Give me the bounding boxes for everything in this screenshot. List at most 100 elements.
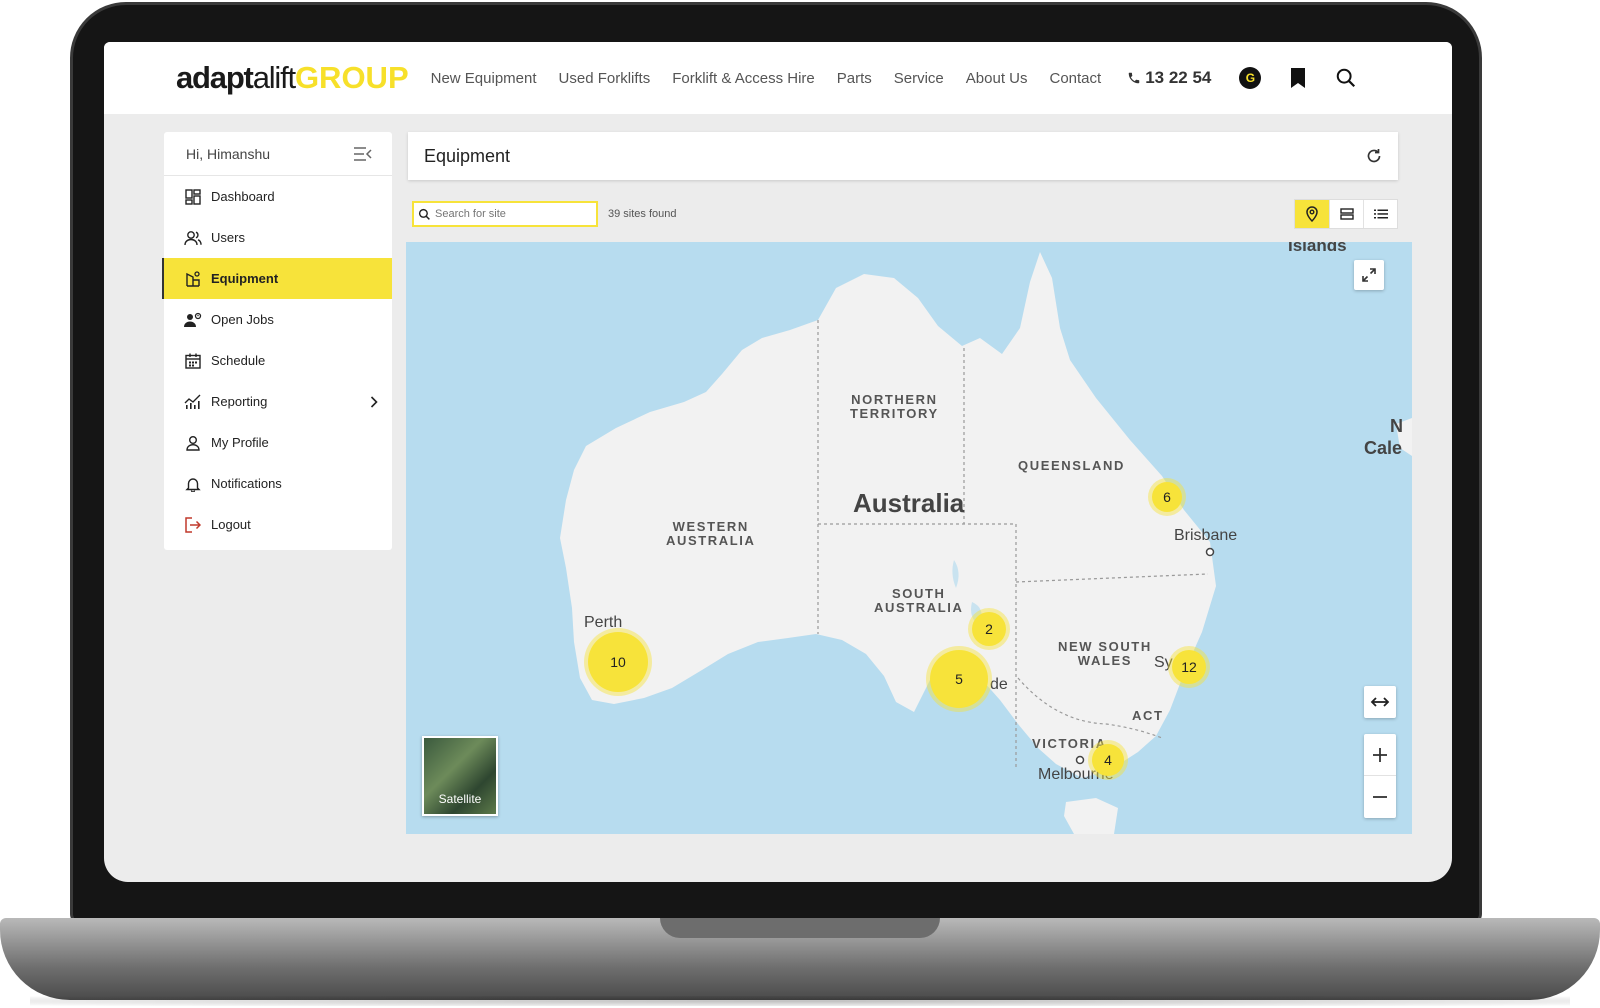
sidebar-item-label: Logout [211,517,251,532]
phone-number: 13 22 54 [1145,68,1212,87]
card-view-button[interactable] [1329,200,1363,228]
logo-part-alift: alift [252,60,296,95]
map-toolbar: 39 sites found [408,199,1398,229]
sidebar-item-label: Users [211,230,245,245]
bell-icon [184,475,202,493]
site-cluster-perth[interactable]: 10 [588,632,648,692]
calendar-icon [184,352,202,370]
bookmark-icon [1291,68,1306,88]
city-label-perth: Perth [584,614,623,631]
label-new-caledonia-2: Cale [1364,438,1403,458]
city-label-adelaide: de [990,676,1008,693]
label-islands: Islands [1288,242,1347,255]
region-label-act: ACT [1132,708,1164,723]
region-label-wa: WESTERN AUSTRALIA [666,520,756,548]
nav-link-contact[interactable]: Contact [1049,70,1101,87]
phone-icon [1128,72,1140,84]
equipment-header: Equipment [408,132,1398,180]
horizontal-arrows-icon [1370,697,1390,707]
sidebar-item-open-jobs[interactable]: Open Jobs [164,299,392,340]
search-button[interactable] [1335,67,1357,89]
zoom-control [1364,734,1396,818]
account-badge-icon: G [1239,67,1262,89]
site-cluster-melbourne[interactable]: 4 [1092,744,1124,776]
pan-toggle-button[interactable] [1364,686,1396,718]
sidebar-item-label: Notifications [211,476,282,491]
site-cluster-adelaide[interactable]: 5 [930,650,988,708]
site-cluster-qld[interactable]: 6 [1152,482,1182,512]
fullscreen-button[interactable] [1354,260,1384,290]
nav-links: New Equipment Used Forklifts Forklift & … [431,70,1124,87]
sidebar-item-notifications[interactable]: Notifications [164,463,392,504]
laptop-base-notch [660,918,940,938]
region-label-text: WESTERN AUSTRALIA [666,519,756,548]
list-view-button[interactable] [1363,200,1397,228]
reporting-chart-icon [184,393,202,411]
equipment-icon [184,270,202,288]
sidebar: Hi, Himanshu Dashboard Users Equipment O… [162,132,392,550]
profile-icon [184,434,202,452]
nav-link-about[interactable]: About Us [966,70,1028,87]
bookmark-button[interactable] [1289,67,1307,89]
card-list-icon [1339,208,1354,220]
label-new-caledonia-1: N [1390,416,1403,436]
search-icon [418,208,430,220]
user-greeting: Hi, Himanshu [186,145,271,162]
fullscreen-icon [1362,268,1376,282]
australia-landmass [560,252,1412,834]
region-label-qld: QUEENSLAND [1018,458,1126,473]
region-label-nsw: NEW SOUTH WALES [1058,640,1152,668]
sidebar-item-users[interactable]: Users [164,217,392,258]
sidebar-item-schedule[interactable]: Schedule [164,340,392,381]
sites-map[interactable]: NORTHERN TERRITORY QUEENSLAND WESTERN AU… [406,242,1412,834]
laptop-shadow [30,996,1570,1006]
sidebar-item-label: My Profile [211,435,269,450]
nav-link-parts[interactable]: Parts [837,70,872,87]
search-icon [1337,68,1356,88]
nav-link-service[interactable]: Service [894,70,944,87]
site-cluster-sa[interactable]: 2 [972,612,1006,646]
map-pin-icon [1306,206,1318,222]
zoom-out-button[interactable] [1364,776,1396,818]
region-label-text: NEW SOUTH WALES [1058,639,1152,668]
logout-icon [184,516,202,534]
logo-part-adapt: adapt [176,60,254,95]
region-label-sa: SOUTH AUSTRALIA [874,587,964,615]
site-search-box[interactable] [412,201,598,227]
region-label-text: SOUTH AUSTRALIA [874,586,964,615]
sidebar-item-logout[interactable]: Logout [164,504,392,545]
sidebar-item-equipment[interactable]: Equipment [162,258,392,299]
sidebar-item-dashboard[interactable]: Dashboard [164,176,392,217]
zoom-in-button[interactable] [1364,734,1396,776]
nav-link-new-equipment[interactable]: New Equipment [431,70,537,87]
sidebar-item-label: Dashboard [211,189,275,204]
site-search-input[interactable] [435,208,585,220]
dashboard-icon [184,188,202,206]
plus-icon [1373,747,1387,762]
nav-link-used-forklifts[interactable]: Used Forklifts [559,70,651,87]
open-jobs-icon [184,311,202,329]
sidebar-item-my-profile[interactable]: My Profile [164,422,392,463]
app-screen: adapt alift GROUP New Equipment Used Forkl… [104,42,1452,882]
sidebar-item-label: Open Jobs [211,312,274,327]
sidebar-item-label: Schedule [211,353,266,368]
sidebar-item-label: Reporting [211,394,268,409]
map-view-button[interactable] [1295,200,1329,228]
site-cluster-sydney[interactable]: 12 [1172,650,1206,684]
page-title: Equipment [424,145,511,166]
list-icon [1373,209,1388,219]
satellite-label: Satellite [438,792,482,806]
sidebar-item-label: Equipment [211,271,279,286]
satellite-toggle[interactable]: Satellite [422,736,498,816]
collapse-menu-icon[interactable] [354,146,372,161]
chevron-right-icon [370,395,378,408]
refresh-icon[interactable] [1366,148,1382,164]
account-button[interactable]: G [1239,67,1262,89]
sidebar-item-reporting[interactable]: Reporting [164,381,392,422]
city-label-brisbane: Brisbane [1174,527,1238,544]
sites-found-count: 39 sites found [608,208,677,220]
nav-link-hire[interactable]: Forklift & Access Hire [672,70,815,87]
phone-link[interactable]: 13 22 54 [1127,68,1211,88]
logo-part-group: GROUP [294,60,409,95]
brand-logo[interactable]: adapt alift GROUP [176,60,409,96]
